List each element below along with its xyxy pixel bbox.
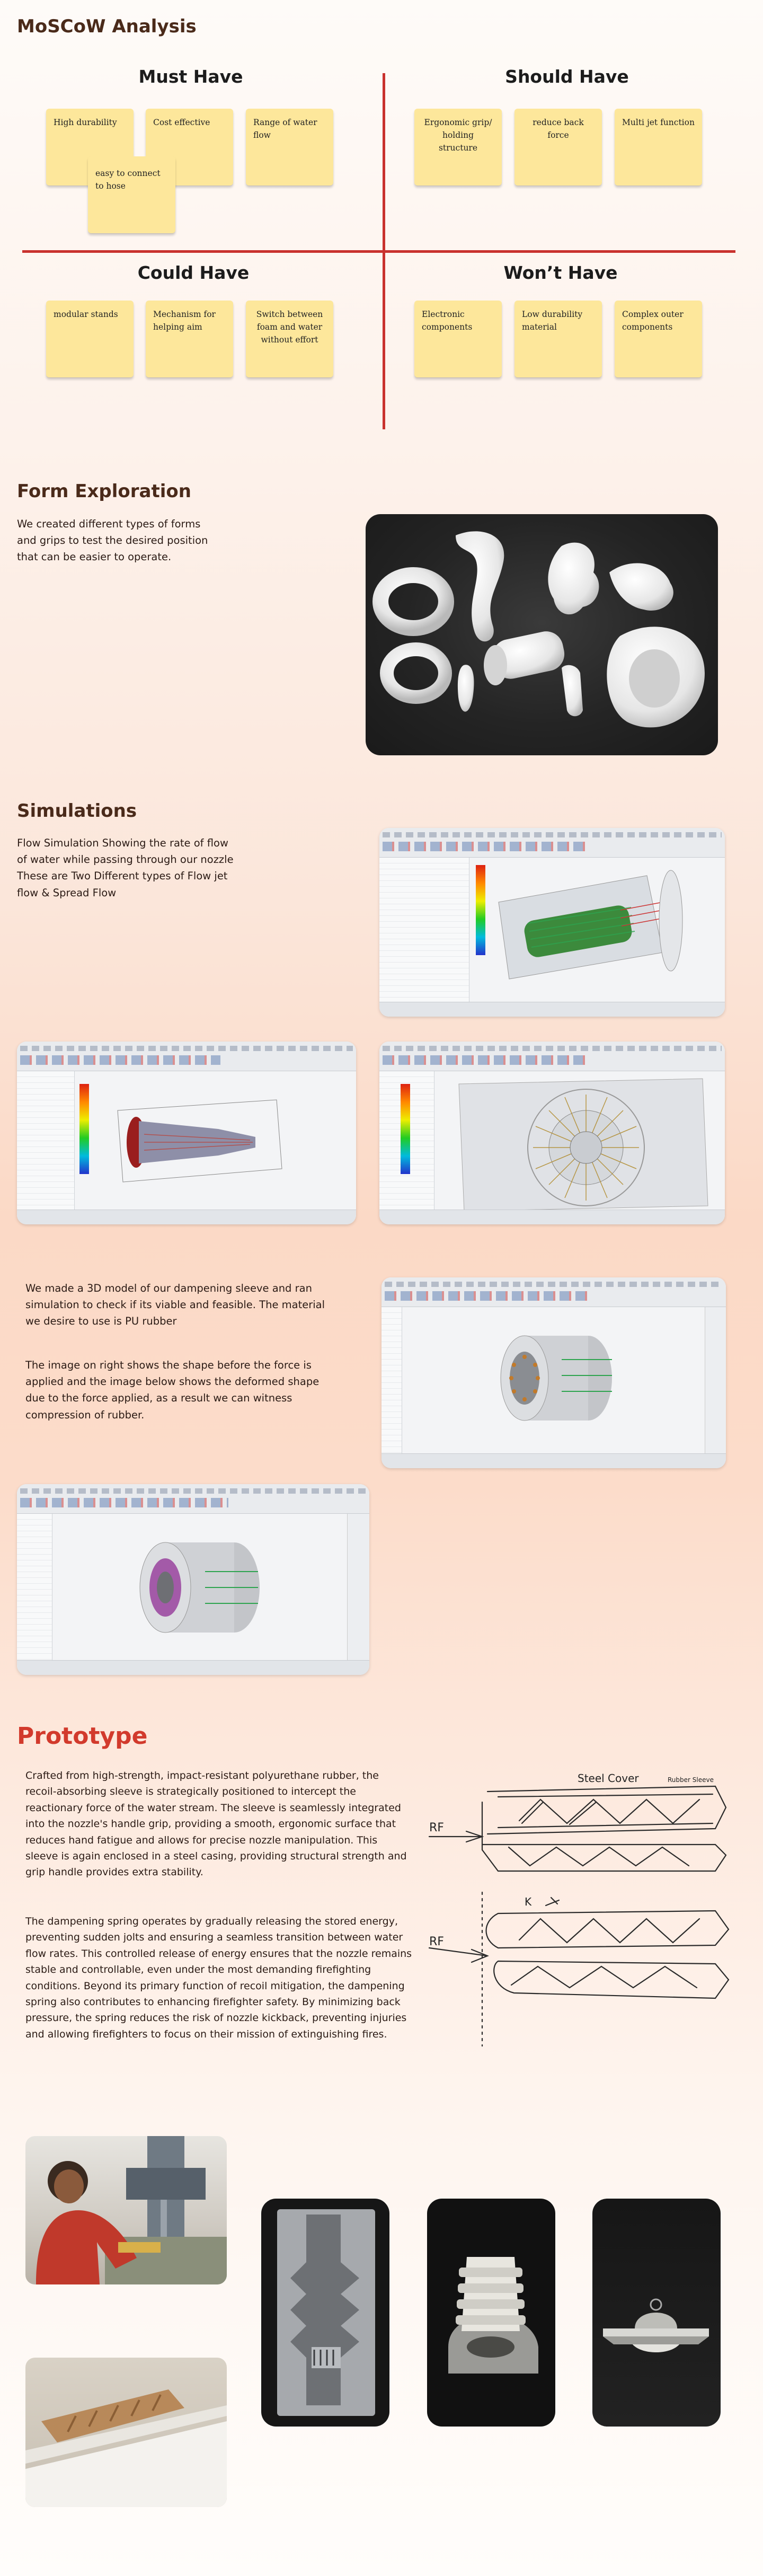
rf-label-bottom: RF	[429, 1935, 444, 1948]
wont-have-title: Won’t Have	[503, 262, 618, 283]
sticky-note: Mechanism for helping aim	[146, 301, 233, 377]
could-have-title: Could Have	[137, 262, 250, 283]
sticky-note: Multi jet function	[615, 109, 702, 186]
rubber-sleeve-label: Rubber Sleeve	[668, 1776, 714, 1784]
form-exploration-text: We created different types of forms and …	[17, 518, 208, 563]
steel-cover-label: Steel Cover	[578, 1772, 639, 1785]
k-label: K	[525, 1895, 532, 1908]
flow-simulation-screenshot-3	[379, 1042, 725, 1224]
sleeve-simulation-text-1: We made a 3D model of our dampening slee…	[25, 1282, 325, 1328]
sleeve-mold-photo	[25, 2358, 227, 2507]
sticky-note: reduce back force	[514, 109, 602, 186]
sleeve-cast-photo-3	[592, 2199, 721, 2427]
sticky-note: Complex outer components	[615, 301, 702, 377]
workshop-drilling-photo	[25, 2136, 227, 2284]
deformed-sleeve-model	[139, 1542, 260, 1633]
sleeve-cast-photo-2	[427, 2199, 555, 2427]
simulations-text: Flow Simulation Showing the rate of flow…	[17, 837, 234, 899]
white-foam-forms-image	[372, 531, 705, 728]
prototype-paragraph-1: Crafted from high-strength, impact-resis…	[25, 1770, 407, 1878]
prototype-title: Prototype	[17, 1723, 148, 1750]
nozzle-flow-render	[498, 870, 683, 980]
should-have-title: Should Have	[505, 66, 629, 87]
prototype-paragraph-2: The dampening spring operates by gradual…	[25, 1916, 412, 2040]
sticky-note: modular stands	[46, 301, 134, 377]
rubber-sleeve-model	[500, 1335, 612, 1421]
hand-sketch-drawing: Steel Cover Rubber Sleeve RF RF K	[428, 1772, 730, 2047]
sleeve-deformed-screenshot	[17, 1484, 369, 1675]
moscow-title: MoSCoW Analysis	[17, 16, 197, 37]
moscow-horizontal-axis	[22, 250, 735, 253]
must-have-title: Must Have	[138, 66, 243, 87]
sticky-note: Ergonomic grip/ holding structure	[414, 109, 502, 186]
jet-flow-render	[117, 1099, 282, 1183]
sleeve-before-force-screenshot	[382, 1277, 726, 1468]
simulations-title: Simulations	[17, 800, 137, 822]
flow-simulation-screenshot-2	[17, 1042, 356, 1224]
rf-label-top: RF	[429, 1821, 444, 1834]
sticky-note: Range of water flow	[246, 109, 333, 186]
sticky-note: Electronic components	[414, 301, 502, 377]
form-exploration-title: Form Exploration	[17, 481, 191, 502]
spread-flow-render	[458, 1078, 708, 1212]
form-models-photo	[366, 514, 718, 755]
sleeve-simulation-text-2: The image on right shows the shape befor…	[25, 1359, 320, 1421]
sticky-note: Low durability material	[514, 301, 602, 377]
sticky-note: Switch between foam and water without ef…	[246, 301, 333, 377]
sleeve-cast-photo-1	[261, 2199, 389, 2427]
sticky-note: easy to connect to hose	[88, 156, 175, 233]
sleeve-sketch: Steel Cover Rubber Sleeve RF RF K	[419, 1770, 742, 2057]
flow-simulation-screenshot-1	[379, 828, 725, 1017]
